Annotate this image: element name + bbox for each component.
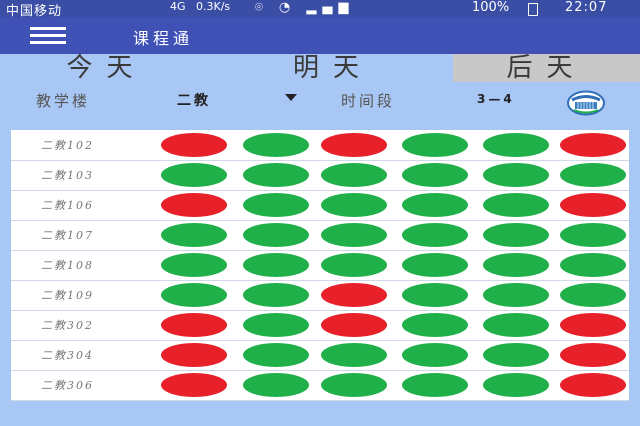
occupied-status-dot[interactable] [161,373,227,397]
tab-tomorrow[interactable]: 明天 [213,54,453,82]
table-row: 二教304 [11,340,629,371]
occupied-status-dot[interactable] [161,193,227,217]
occupied-status-dot[interactable] [560,373,626,397]
free-status-dot[interactable] [402,133,468,157]
occupied-status-dot[interactable] [560,343,626,367]
table-row: 二教103 [11,160,629,191]
app-title: 课程通 [133,29,194,48]
occupied-status-dot[interactable] [321,283,387,307]
occupied-status-dot[interactable] [321,133,387,157]
status-bar: 中国移动 4G 0.3K/s ⌾ ◔ ▂▄▆ 100% 22:07 [0,0,640,19]
battery-level: 100% [472,0,510,15]
occupied-status-dot[interactable] [161,313,227,337]
period-value[interactable]: 3—4 [477,92,515,106]
free-status-dot[interactable] [560,253,626,277]
table-row: 二教302 [11,310,629,341]
tab-today[interactable]: 今天 [0,54,213,82]
building-label: 教学楼 [36,92,91,110]
occupied-status-dot[interactable] [560,313,626,337]
free-status-dot[interactable] [483,373,549,397]
room-name: 二教107 [41,229,94,242]
free-status-dot[interactable] [243,283,309,307]
free-status-dot[interactable] [243,253,309,277]
free-status-dot[interactable] [243,313,309,337]
globe-icon[interactable] [566,90,606,116]
period-label: 时间段 [341,92,396,110]
room-name: 二教108 [41,259,94,272]
table-row: 二教108 [11,250,629,281]
free-status-dot[interactable] [243,343,309,367]
free-status-dot[interactable] [402,193,468,217]
free-status-dot[interactable] [402,163,468,187]
free-status-dot[interactable] [402,283,468,307]
filter-bar: 教学楼 二教 时间段 3—4 [0,84,640,124]
free-status-dot[interactable] [402,253,468,277]
free-status-dot[interactable] [402,373,468,397]
room-name: 二教102 [41,139,94,152]
table-row: 二教109 [11,280,629,311]
free-status-dot[interactable] [321,373,387,397]
signal-wifi-icons: ⌾ ◔ ▂▄▆ [255,0,355,15]
free-status-dot[interactable] [161,223,227,247]
free-status-dot[interactable] [483,313,549,337]
hamburger-menu-icon[interactable] [30,27,70,45]
free-status-dot[interactable] [243,373,309,397]
network-speed: 0.3K/s [196,0,231,13]
free-status-dot[interactable] [161,163,227,187]
room-name: 二教106 [41,199,94,212]
chevron-down-icon[interactable] [285,94,297,101]
free-status-dot[interactable] [483,163,549,187]
free-status-dot[interactable] [402,343,468,367]
free-status-dot[interactable] [161,283,227,307]
free-status-dot[interactable] [321,223,387,247]
room-name: 二教306 [41,379,94,392]
free-status-dot[interactable] [321,193,387,217]
room-name: 二教302 [41,319,94,332]
occupied-status-dot[interactable] [321,313,387,337]
free-status-dot[interactable] [483,133,549,157]
free-status-dot[interactable] [483,343,549,367]
occupied-status-dot[interactable] [560,193,626,217]
free-status-dot[interactable] [560,163,626,187]
free-status-dot[interactable] [243,133,309,157]
day-tabs: 今天 明天 后天 [0,54,640,82]
table-row: 二教102 [11,130,629,161]
table-row: 二教306 [11,370,629,401]
occupied-status-dot[interactable] [161,343,227,367]
free-status-dot[interactable] [161,253,227,277]
free-status-dot[interactable] [483,223,549,247]
network-type: 4G [170,0,186,13]
room-name: 二教304 [41,349,94,362]
classroom-grid: 二教102 二教103 二教106 二教107 二教108 二教109 二教302 二教304… [11,130,629,401]
building-value: 二教 [177,93,211,109]
free-status-dot[interactable] [483,193,549,217]
free-status-dot[interactable] [560,223,626,247]
table-row: 二教107 [11,220,629,251]
occupied-status-dot[interactable] [161,133,227,157]
tab-day-after-tomorrow[interactable]: 后天 [453,54,640,82]
free-status-dot[interactable] [321,163,387,187]
battery-icon [528,3,538,16]
free-status-dot[interactable] [321,253,387,277]
table-row: 二教106 [11,190,629,221]
free-status-dot[interactable] [560,283,626,307]
free-status-dot[interactable] [243,193,309,217]
free-status-dot[interactable] [483,283,549,307]
free-status-dot[interactable] [321,343,387,367]
free-status-dot[interactable] [243,163,309,187]
app-bar: 课程通 [0,17,640,54]
free-status-dot[interactable] [243,223,309,247]
free-status-dot[interactable] [402,223,468,247]
room-name: 二教109 [41,289,94,302]
occupied-status-dot[interactable] [560,133,626,157]
status-time: 22:07 [565,0,608,15]
room-name: 二教103 [41,169,94,182]
free-status-dot[interactable] [402,313,468,337]
free-status-dot[interactable] [483,253,549,277]
